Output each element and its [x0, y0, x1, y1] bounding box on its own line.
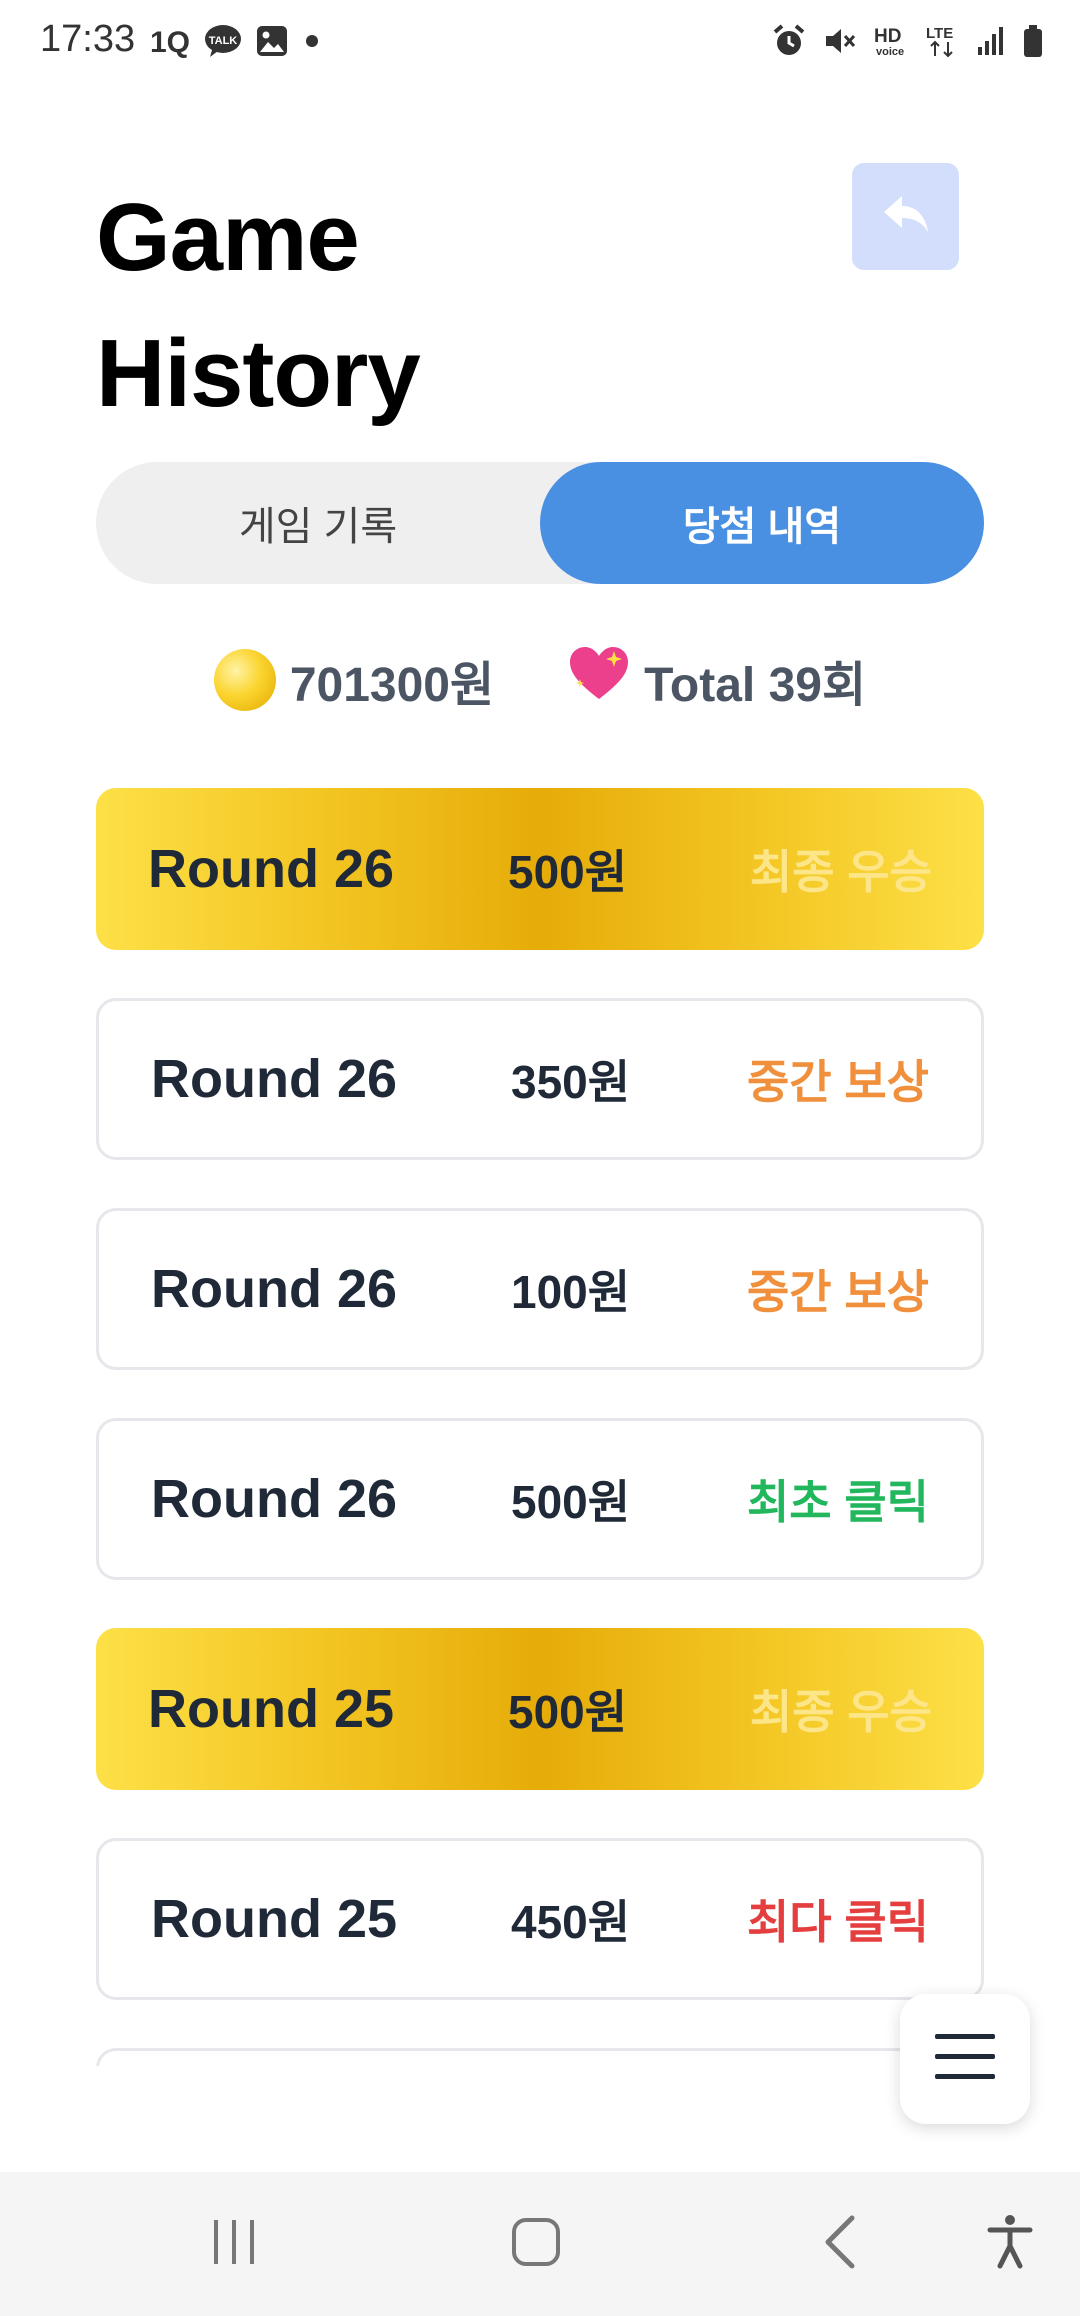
page-title: Game History: [96, 170, 421, 442]
menu-button[interactable]: [900, 1994, 1030, 2124]
home-icon: [510, 2216, 562, 2273]
tab-game-record[interactable]: 게임 기록: [96, 462, 540, 584]
status-time: 17:33: [40, 18, 136, 60]
svg-text:1Q: 1Q: [150, 26, 190, 58]
recents-icon: [210, 2218, 258, 2271]
tab-winning-history[interactable]: 당첨 내역: [540, 462, 984, 584]
total-count: Total 39회: [644, 659, 867, 712]
record-card[interactable]: Round 26 100원 중간 보상: [96, 1208, 984, 1370]
signal-icon: [976, 22, 1006, 60]
record-card[interactable]: Round 25 500원 최종 우승: [96, 1628, 984, 1790]
record-status: 중간 보상: [746, 1056, 929, 1108]
accessibility-button[interactable]: [950, 2172, 1070, 2316]
page-title-line1: Game: [96, 184, 360, 291]
hd-voice-icon: HD voice: [872, 22, 910, 60]
system-nav-bar: [0, 2172, 1080, 2316]
mute-icon: [822, 22, 856, 60]
record-amount: 500원: [511, 1476, 631, 1528]
record-card[interactable]: Round 26 500원 최종 우승: [96, 788, 984, 950]
record-round: Round 25: [151, 1889, 398, 1949]
record-status: 최종 우승: [749, 846, 932, 898]
coin-icon: [213, 649, 276, 711]
history-tab-toggle: 게임 기록 당첨 내역: [96, 462, 984, 584]
talk-icon: TALK: [204, 22, 242, 60]
record-card[interactable]: Round 26 500원 최초 클릭: [96, 1418, 984, 1580]
record-card[interactable]: Round 25 450원 최다 클릭: [96, 1838, 984, 2000]
record-amount: 450원: [511, 1896, 631, 1948]
dot-icon: [302, 22, 322, 60]
record-round: Round 26: [151, 1259, 398, 1319]
status-bar: 17:33 1Q TALK HD voice LTE: [0, 0, 1080, 80]
record-round: Round 26: [148, 839, 395, 899]
record-amount: 500원: [508, 1686, 628, 1738]
record-round: Round 26: [151, 1469, 398, 1529]
record-amount: 100원: [511, 1266, 631, 1318]
total-stat: Total 39회: [568, 645, 866, 715]
back-nav-button[interactable]: [780, 2172, 900, 2316]
back-button[interactable]: [852, 163, 959, 270]
hd-text: HD: [874, 26, 901, 47]
page-title-line2: History: [96, 320, 421, 427]
record-card[interactable]: Round 26 350원 중간 보상: [96, 998, 984, 1160]
lte-text: LTE: [926, 25, 953, 42]
voice-text: voice: [876, 46, 904, 58]
chevron-left-icon: [820, 2214, 860, 2275]
alarm-icon: [772, 22, 806, 60]
reply-icon: [882, 194, 930, 239]
record-status: 중간 보상: [746, 1266, 929, 1318]
record-status: 최다 클릭: [746, 1896, 929, 1948]
record-status: 최종 우승: [749, 1686, 932, 1738]
record-amount: 350원: [511, 1056, 631, 1108]
gallery-icon: [256, 22, 288, 60]
record-round: Round 26: [151, 1049, 398, 1109]
status-left-icons: 1Q TALK: [150, 22, 322, 60]
coin-stat: 701300원: [213, 645, 495, 715]
records-list[interactable]: Round 26 500원 최종 우승 Round 26 350원 중간 보상 Round …: [96, 788, 984, 2066]
home-button[interactable]: [476, 2172, 596, 2316]
accessibility-icon: [986, 2214, 1034, 2275]
record-round: Round 25: [148, 1679, 395, 1739]
battery-icon: [1022, 22, 1044, 60]
talk-text: TALK: [209, 35, 238, 47]
hamburger-menu-icon: [933, 2032, 997, 2087]
stats-summary: 701300원 Total 39회: [0, 640, 1080, 720]
recents-button[interactable]: [174, 2172, 294, 2316]
record-amount: 500원: [508, 846, 628, 898]
1q-icon: 1Q: [150, 22, 190, 60]
status-right-icons: HD voice LTE: [772, 22, 1044, 60]
lte-icon: LTE: [926, 22, 960, 60]
sparkling-heart-icon: [568, 645, 630, 715]
record-status: 최초 클릭: [746, 1476, 929, 1528]
record-card-partial[interactable]: [96, 2048, 984, 2066]
coin-amount: 701300원: [289, 659, 495, 712]
